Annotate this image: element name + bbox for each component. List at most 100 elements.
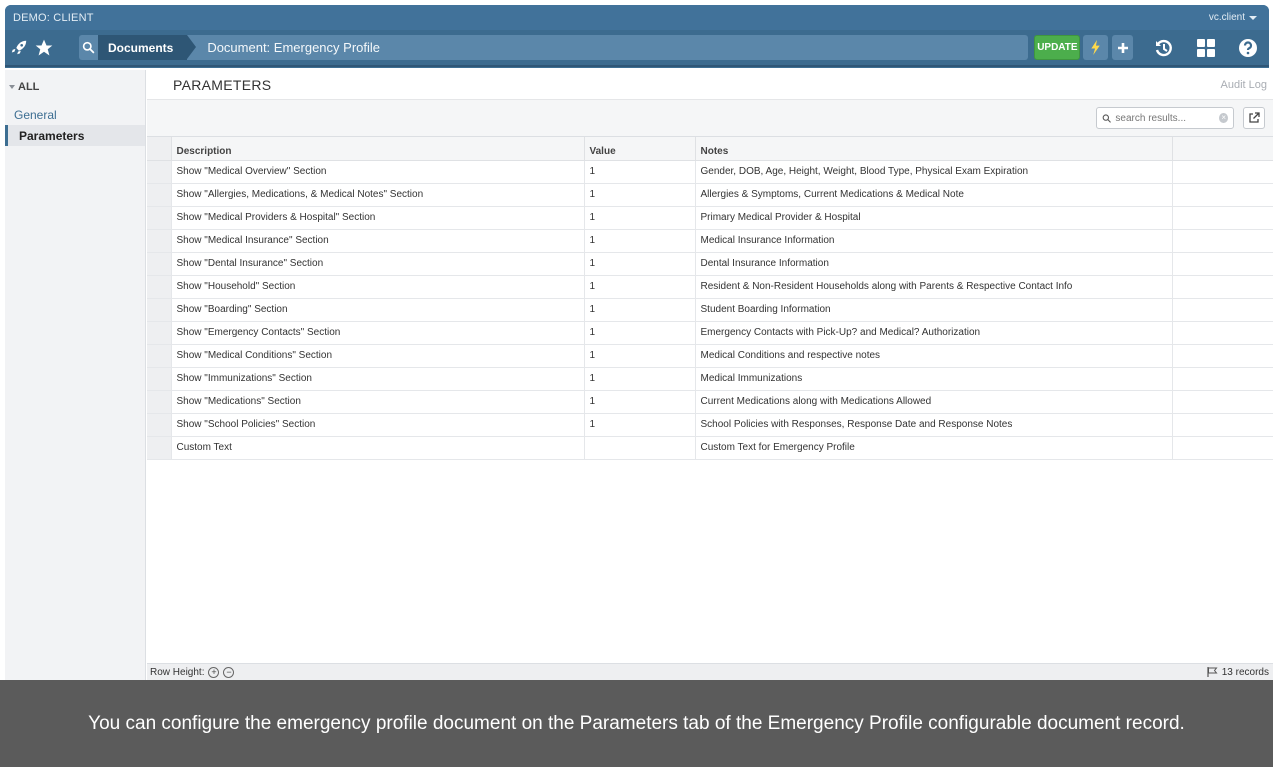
- row-selector[interactable]: [147, 436, 172, 460]
- plus-icon: [1117, 42, 1128, 53]
- cell-notes[interactable]: Medical Immunizations: [695, 367, 1173, 391]
- cell-value[interactable]: 1: [584, 413, 696, 437]
- search-input[interactable]: [1115, 112, 1216, 124]
- audit-log-link[interactable]: Audit Log: [1221, 79, 1267, 91]
- cell-notes[interactable]: Allergies & Symptoms, Current Medication…: [695, 183, 1173, 207]
- column-header-notes[interactable]: Notes: [695, 137, 1173, 161]
- table-row[interactable]: Show "Household" Section 1 Resident & Non-…: [147, 275, 1273, 299]
- breadcrumb-documents[interactable]: Documents: [97, 35, 197, 60]
- row-selector[interactable]: [147, 160, 172, 184]
- decrease-row-height-icon[interactable]: −: [223, 666, 235, 678]
- search-icon: [82, 41, 95, 54]
- row-selector[interactable]: [147, 229, 172, 253]
- row-selector[interactable]: [147, 367, 172, 391]
- rocket-icon[interactable]: [7, 29, 32, 66]
- row-selector[interactable]: [147, 275, 172, 299]
- cell-value[interactable]: 1: [584, 390, 696, 414]
- cell-description[interactable]: Show "Medical Providers & Hospital" Sect…: [171, 206, 585, 230]
- cell-value[interactable]: [584, 436, 696, 460]
- sidebar-all-label: ALL: [18, 81, 40, 93]
- table-row[interactable]: Show "Boarding" Section 1 Student Boarding…: [147, 298, 1273, 322]
- cell-description[interactable]: Show "School Policies" Section: [171, 413, 585, 437]
- grid-icon[interactable]: [1185, 29, 1227, 66]
- sidebar-item-parameters[interactable]: Parameters: [5, 125, 145, 146]
- add-button[interactable]: [1112, 35, 1133, 60]
- cell-description[interactable]: Show "Emergency Contacts" Section: [171, 321, 585, 345]
- cell-description[interactable]: Show "Immunizations" Section: [171, 367, 585, 391]
- breadcrumb-current: Document: Emergency Profile: [187, 35, 1029, 60]
- table-row[interactable]: Custom Text Custom Text for Emergency Pro…: [147, 436, 1273, 460]
- caption-text: You can configure the emergency profile …: [88, 712, 1185, 734]
- cell-notes[interactable]: Dental Insurance Information: [695, 252, 1173, 276]
- parameters-table: Description Value Notes Show "Medical Ov…: [147, 137, 1273, 460]
- search-box: ×: [1096, 107, 1234, 129]
- cell-description[interactable]: Show "Medications" Section: [171, 390, 585, 414]
- table-row[interactable]: Show "Dental Insurance" Section 1 Dental I…: [147, 252, 1273, 276]
- table-row[interactable]: Show "Medical Providers & Hospital" Sect…: [147, 206, 1273, 230]
- external-link-button[interactable]: [1243, 107, 1265, 129]
- table-row[interactable]: Show "Medications" Section 1 Current Medic…: [147, 390, 1273, 414]
- cell-value[interactable]: 1: [584, 183, 696, 207]
- cell-description[interactable]: Custom Text: [171, 436, 585, 460]
- history-icon[interactable]: [1143, 29, 1185, 66]
- grid-toolbar: ×: [147, 100, 1273, 137]
- cell-notes[interactable]: Primary Medical Provider & Hospital: [695, 206, 1173, 230]
- bolt-icon: [1091, 40, 1100, 55]
- table-row[interactable]: Show "Medical Conditions" Section 1 Medica…: [147, 344, 1273, 368]
- help-icon[interactable]: [1227, 29, 1269, 66]
- row-selector[interactable]: [147, 413, 172, 437]
- row-selector[interactable]: [147, 390, 172, 414]
- cell-notes[interactable]: Medical Conditions and respective notes: [695, 344, 1173, 368]
- user-menu[interactable]: vc.client: [1209, 12, 1257, 23]
- search-button[interactable]: [78, 35, 98, 60]
- cell-description[interactable]: Show "Dental Insurance" Section: [171, 252, 585, 276]
- cell-description[interactable]: Show "Medical Conditions" Section: [171, 344, 585, 368]
- update-button[interactable]: UPDATE: [1034, 35, 1081, 60]
- cell-description[interactable]: Show "Medical Insurance" Section: [171, 229, 585, 253]
- increase-row-height-icon[interactable]: +: [208, 666, 220, 678]
- cell-value[interactable]: 1: [584, 160, 696, 184]
- table-row[interactable]: Show "Medical Overview" Section 1 Gender, …: [147, 160, 1273, 184]
- row-selector[interactable]: [147, 344, 172, 368]
- cell-notes[interactable]: Custom Text for Emergency Profile: [695, 436, 1173, 460]
- cell-blank: [1172, 160, 1273, 184]
- cell-description[interactable]: Show "Household" Section: [171, 275, 585, 299]
- star-icon[interactable]: [32, 29, 57, 66]
- column-header-value[interactable]: Value: [584, 137, 696, 161]
- clear-search-icon[interactable]: ×: [1219, 113, 1228, 123]
- row-selector[interactable]: [147, 252, 172, 276]
- cell-value[interactable]: 1: [584, 321, 696, 345]
- cell-notes[interactable]: Student Boarding Information: [695, 298, 1173, 322]
- cell-notes[interactable]: Medical Insurance Information: [695, 229, 1173, 253]
- cell-notes[interactable]: Emergency Contacts with Pick-Up? and Med…: [695, 321, 1173, 345]
- cell-notes[interactable]: Resident & Non-Resident Households along…: [695, 275, 1173, 299]
- column-header-description[interactable]: Description: [171, 137, 585, 161]
- cell-notes[interactable]: Gender, DOB, Age, Height, Weight, Blood …: [695, 160, 1173, 184]
- cell-value[interactable]: 1: [584, 367, 696, 391]
- cell-description[interactable]: Show "Allergies, Medications, & Medical …: [171, 183, 585, 207]
- cell-notes[interactable]: School Policies with Responses, Response…: [695, 413, 1173, 437]
- table-row[interactable]: Show "Emergency Contacts" Section 1 Emerge…: [147, 321, 1273, 345]
- row-selector[interactable]: [147, 206, 172, 230]
- row-selector[interactable]: [147, 298, 172, 322]
- cell-value[interactable]: 1: [584, 298, 696, 322]
- table-row[interactable]: Show "Immunizations" Section 1 Medical Imm…: [147, 367, 1273, 391]
- sidebar-item-general[interactable]: General: [5, 104, 145, 125]
- cell-description[interactable]: Show "Boarding" Section: [171, 298, 585, 322]
- quick-actions-button[interactable]: [1083, 35, 1109, 60]
- cell-value[interactable]: 1: [584, 275, 696, 299]
- cell-value[interactable]: 1: [584, 229, 696, 253]
- cell-value[interactable]: 1: [584, 344, 696, 368]
- row-selector[interactable]: [147, 183, 172, 207]
- cell-description[interactable]: Show "Medical Overview" Section: [171, 160, 585, 184]
- table-row[interactable]: Show "School Policies" Section 1 School Po…: [147, 413, 1273, 437]
- cell-value[interactable]: 1: [584, 252, 696, 276]
- cell-notes[interactable]: Current Medications along with Medicatio…: [695, 390, 1173, 414]
- cell-blank: [1172, 298, 1273, 322]
- table-row[interactable]: Show "Allergies, Medications, & Medical …: [147, 183, 1273, 207]
- cell-value[interactable]: 1: [584, 206, 696, 230]
- breadcrumb: Documents Document: Emergency Profile: [97, 35, 1029, 60]
- table-row[interactable]: Show "Medical Insurance" Section 1 Medical…: [147, 229, 1273, 253]
- row-selector[interactable]: [147, 321, 172, 345]
- sidebar-all-toggle[interactable]: ALL: [5, 70, 145, 104]
